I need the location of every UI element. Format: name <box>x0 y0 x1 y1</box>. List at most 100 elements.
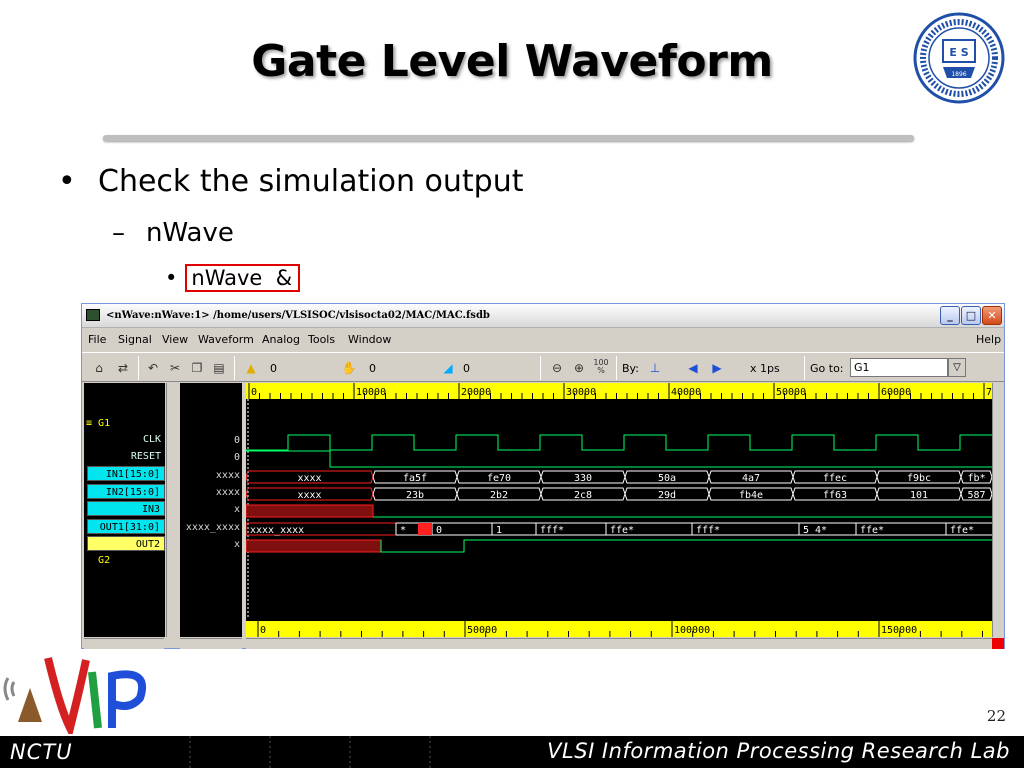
zoom-in-icon[interactable]: ⊕ <box>570 359 588 377</box>
value-in2: xxxx <box>215 487 240 498</box>
open-file-icon[interactable]: ⌂ <box>90 359 108 377</box>
signal-icon[interactable]: ⇄ <box>114 359 132 377</box>
in3-unknown <box>246 504 374 518</box>
zoom-fit-icon[interactable]: 100 % <box>592 359 610 377</box>
value-in1: xxxx <box>215 470 240 481</box>
command-text: nWave & <box>191 266 293 290</box>
svg-text:1896: 1896 <box>951 71 966 78</box>
toolbar-separator <box>138 356 139 380</box>
by-label: By: <box>622 362 639 375</box>
edge-search-icon[interactable]: ⊥ <box>646 359 664 377</box>
ruler-label: 10000 <box>356 387 386 398</box>
footer-right-text: VLSI Information Processing Research Lab <box>547 739 1010 763</box>
goto-input[interactable]: G1 <box>850 358 948 377</box>
in2-value: ff63 <box>823 490 847 501</box>
page-number: 22 <box>986 707 1006 725</box>
undo-icon[interactable]: ↶ <box>144 359 162 377</box>
minimize-button[interactable]: _ <box>940 306 960 325</box>
signal-reset[interactable]: RESET <box>87 449 165 464</box>
ruler-label: 0 <box>260 625 266 636</box>
ruler-label: 0 <box>251 387 257 398</box>
value-out1: xxxx_xxxx <box>185 522 240 533</box>
signal-in2[interactable]: IN2[15:0] <box>87 484 165 499</box>
menu-help[interactable]: Help <box>976 333 1001 346</box>
copy-icon[interactable]: ❐ <box>188 359 206 377</box>
ruler-label: 150000 <box>881 625 917 636</box>
clk-waveform <box>246 434 992 451</box>
toolbar-separator <box>540 356 541 380</box>
group-g2[interactable]: G2 <box>86 553 110 568</box>
ruler-label: 40000 <box>671 387 701 398</box>
ruler-label: 20000 <box>461 387 491 398</box>
in1-value: 330 <box>574 473 592 484</box>
menu-signal[interactable]: Signal <box>118 333 152 346</box>
out2-waveform <box>380 539 992 553</box>
university-seal-icon: E S 1896 <box>913 12 1005 104</box>
in1-value: 4a7 <box>742 473 760 484</box>
ruler-label: 30000 <box>566 387 596 398</box>
search-backward-icon[interactable]: ◀ <box>684 359 702 377</box>
signal-out2[interactable]: OUT2 <box>87 536 165 551</box>
signal-out1[interactable]: OUT1[31:0] <box>87 519 165 534</box>
waveform-pane[interactable]: 0 10000 20000 30000 40000 50000 60000 7 0 50000 10… <box>246 383 992 637</box>
scroll-corner <box>992 638 1004 649</box>
group-g1[interactable]: ≡ G1 <box>86 416 110 431</box>
delta-icon[interactable]: ◢ <box>439 359 457 377</box>
ruler-label: 100000 <box>674 625 710 636</box>
out1-value: fff* <box>696 525 720 536</box>
footer-decoration <box>189 736 431 768</box>
menu-window[interactable]: Window <box>348 333 391 346</box>
out1-value: 1 <box>496 525 502 536</box>
in2-value: xxxx <box>297 490 321 501</box>
bullet-text: nWave <box>146 218 234 248</box>
search-forward-icon[interactable]: ▶ <box>708 359 726 377</box>
paste-icon[interactable]: ▤ <box>210 359 228 377</box>
signal-name-pane: ≡ G1 CLK RESET IN1[15:0] IN2[15:0] IN3 O… <box>84 383 165 637</box>
out1-value: 5_4* <box>803 525 827 536</box>
menu-view[interactable]: View <box>162 333 188 346</box>
title-divider <box>103 135 914 141</box>
toolbar-separator <box>234 356 235 380</box>
waveform-scrollbar[interactable] <box>992 383 1004 637</box>
marker-icon[interactable]: ✋ <box>340 359 358 377</box>
ruler-label: 60000 <box>881 387 911 398</box>
waveform-canvas[interactable]: 0 10000 20000 30000 40000 50000 60000 70 50000 10… <box>246 383 992 637</box>
out1-value: ffe* <box>950 525 974 536</box>
out1-value: 0 <box>436 525 442 536</box>
signal-in3[interactable]: IN3 <box>87 501 165 516</box>
menu-analog[interactable]: Analog <box>262 333 300 346</box>
window-titlebar[interactable]: <nWave:nWave:1> /home/users/VLSISOC/vlsi… <box>82 304 1004 328</box>
in2-value: 23b <box>406 490 424 501</box>
bullet-text: Check the simulation output <box>98 164 524 199</box>
toolbar-separator <box>616 356 617 380</box>
signal-value-pane: 0 0 xxxx xxxx x xxxx_xxxx x <box>180 383 242 637</box>
in1-value: fb* <box>967 473 985 484</box>
in2-value: 2c8 <box>574 490 592 501</box>
footer-bar: NCTU VLSI Information Processing Researc… <box>0 736 1024 768</box>
svg-text:E S: E S <box>949 46 968 59</box>
waveform-hscrollbar[interactable] <box>246 638 992 649</box>
zoom-out-icon[interactable]: ⊖ <box>548 359 566 377</box>
menu-file[interactable]: File <box>88 333 106 346</box>
bullet-check-output: • Check the simulation output <box>58 164 524 199</box>
signal-clk[interactable]: CLK <box>87 432 165 447</box>
cursor-icon[interactable]: ▲ <box>242 359 260 377</box>
goto-dropdown-icon[interactable]: ▽ <box>948 358 966 377</box>
footer-left-text: NCTU <box>10 740 73 764</box>
in2-value: fb4e <box>739 490 763 501</box>
in2-value: 101 <box>910 490 928 501</box>
slide: Gate Level Waveform E S 1896 • Check the … <box>0 0 1024 768</box>
menu-waveform[interactable]: Waveform <box>198 333 254 346</box>
signal-in1[interactable]: IN1[15:0] <box>87 466 165 481</box>
close-button[interactable]: ✕ <box>982 306 1002 325</box>
bullet-command: • nWave & <box>165 264 301 292</box>
value-out2: x <box>233 539 240 550</box>
value-hscrollbar[interactable] <box>180 638 242 649</box>
cursor-value: 0 <box>270 362 277 375</box>
in2-value: 587 <box>967 490 985 501</box>
menu-tools[interactable]: Tools <box>308 333 335 346</box>
name-pane-scrollbar[interactable] <box>166 383 179 637</box>
cut-icon[interactable]: ✂ <box>166 359 184 377</box>
maximize-button[interactable]: □ <box>961 306 981 325</box>
out1-value: ffe* <box>610 525 634 536</box>
